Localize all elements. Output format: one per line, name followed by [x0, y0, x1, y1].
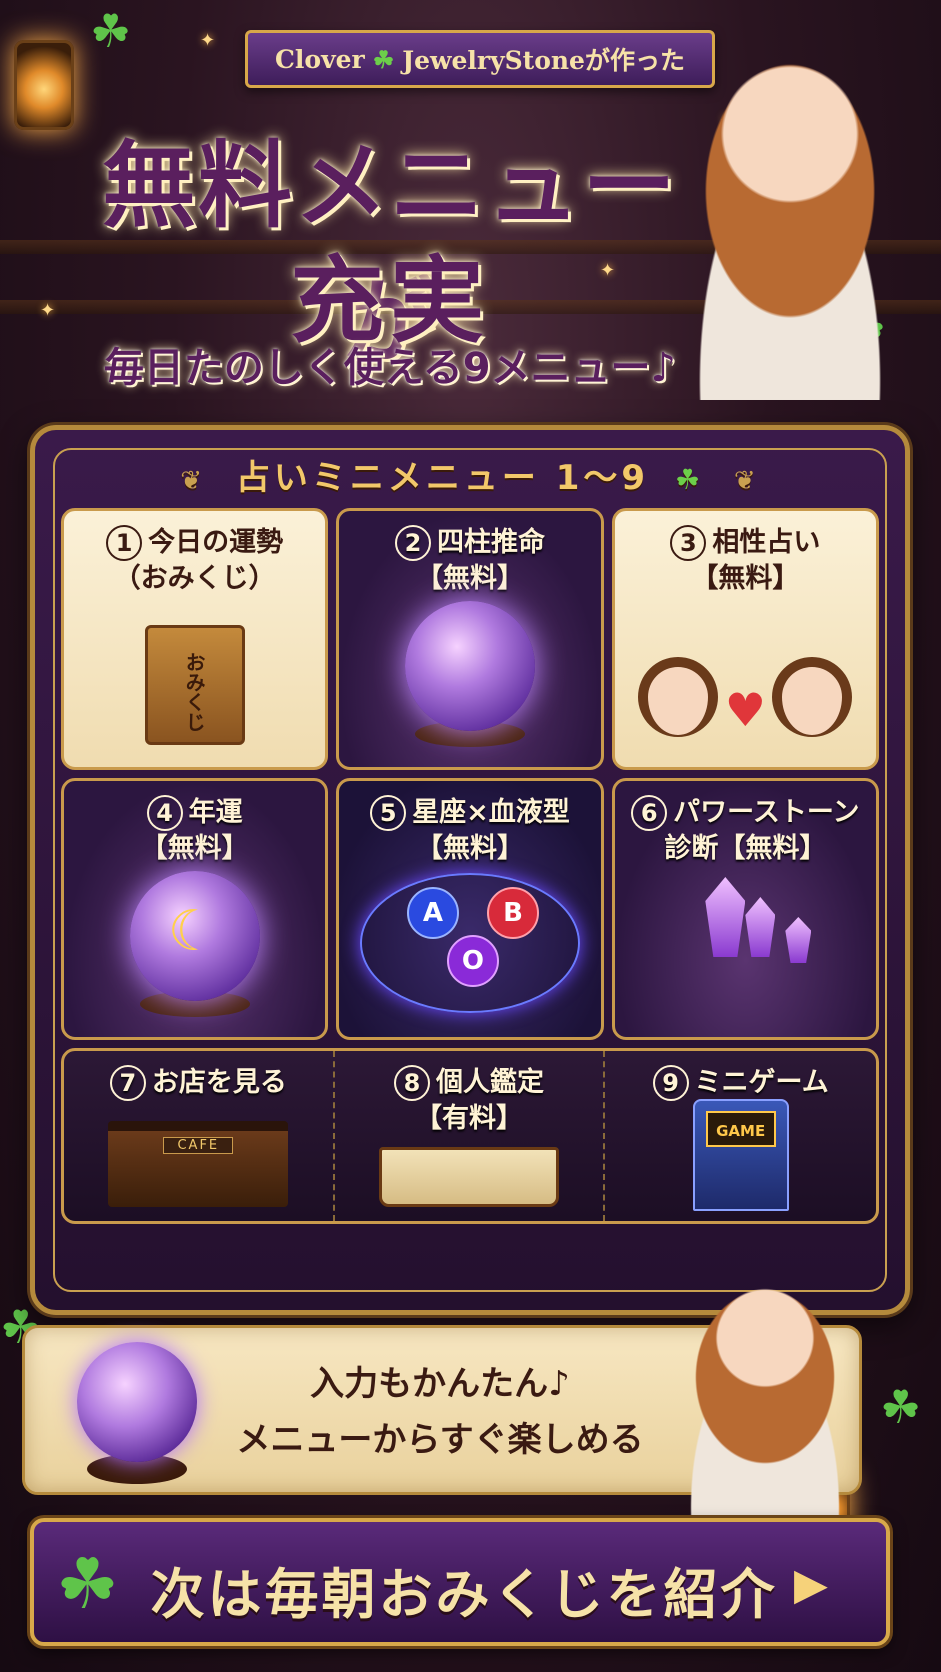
zodiac-ring-icon: A B O: [359, 873, 580, 1013]
host-character-illustration: [650, 20, 930, 400]
blood-type-o-badge: O: [446, 935, 499, 987]
menu-number-badge: 5: [370, 795, 407, 831]
menu-number-badge: 7: [109, 1065, 146, 1101]
arrow-right-icon[interactable]: ▶: [794, 1560, 828, 1610]
menu-item-title: 四柱推命: [436, 527, 545, 558]
menu-number-badge: 3: [670, 525, 707, 561]
menu-item-title: 相性占い: [712, 527, 821, 558]
header-ribbon: Clover ☘ JewelryStoneが作った: [245, 30, 715, 88]
next-topic-banner[interactable]: ☘ 次は毎朝おみくじを紹介 ▶: [30, 1518, 890, 1646]
menu-panel: ❦ 占いミニメニュー 1〜9 ☘ ❦ 1 今日の運勢 （おみくじ） おみくじ 2四…: [30, 425, 910, 1315]
clover-icon: ☘: [372, 44, 395, 74]
sparkle-icon: ✦: [40, 300, 56, 321]
moon-icon: ☾: [167, 899, 218, 964]
menu-item-title: 今日の運勢: [148, 527, 284, 558]
menu-item-label: 6 パワーストーン 診断【無料】: [615, 795, 876, 867]
menu-row-bottom: 7 お店を見る CAFE 8 個人鑑定 【有料】 9 ミニゲーム GAME: [61, 1048, 879, 1224]
crystal-icon: [705, 877, 746, 957]
page-subtitle: 毎日たのしく使える9メニュー♪: [103, 345, 677, 391]
omikuji-box-text: おみくじ: [182, 652, 207, 732]
boy-face: [638, 657, 719, 737]
next-topic-text: 次は毎朝おみくじを紹介: [150, 1563, 778, 1626]
menu-item-label: 2 四柱推命 【無料】: [339, 525, 600, 597]
panel-title: ❦ 占いミニメニュー 1〜9 ☘ ❦: [35, 450, 905, 499]
blood-type-b-badge: B: [486, 887, 539, 939]
menu-item-label: 9 ミニゲーム: [605, 1065, 876, 1101]
menu-item-omikuji[interactable]: 1 今日の運勢 （おみくじ） おみくじ: [61, 508, 329, 770]
couple-illustration: ♥: [635, 607, 855, 737]
arcade-machine-icon: GAME: [692, 1099, 789, 1211]
menu-number-badge: 8: [393, 1065, 430, 1101]
crystal-icon: [785, 917, 812, 963]
menu-item-minigame[interactable]: 9 ミニゲーム GAME: [605, 1051, 876, 1221]
menu-item-label: 3 相性占い 【無料】: [615, 525, 876, 597]
menu-item-label: 8 個人鑑定 【有料】: [335, 1065, 604, 1137]
clover-icon: ☘: [90, 4, 132, 58]
blood-type-a-badge: A: [406, 887, 459, 939]
crystal-ball-icon: ☾: [129, 871, 260, 1001]
host-character-pointing-illustration: [650, 1260, 880, 1520]
menu-item-title: ミニゲーム: [694, 1067, 829, 1098]
clover-icon: ☘: [56, 1543, 119, 1625]
scroll-line1: 入力もかんたん♪: [310, 1364, 570, 1404]
crystal-ball-icon: [77, 1342, 197, 1462]
clover-icon: ☘: [880, 1380, 922, 1434]
menu-item-shop[interactable]: 7 お店を見る CAFE: [64, 1051, 335, 1221]
cafe-shop-illustration: CAFE: [108, 1121, 289, 1207]
ribbon-prefix: Clover: [275, 44, 365, 74]
menu-item-shichusuimei[interactable]: 2 四柱推命 【無料】: [336, 508, 604, 770]
menu-item-subtitle: 診断【無料】: [664, 833, 827, 864]
crystals-illustration: [635, 877, 855, 1007]
menu-grid: 1 今日の運勢 （おみくじ） おみくじ 2 四柱推命 【無料】 3 相性占い 【無料】: [61, 508, 879, 1040]
menu-item-subtitle: 【有料】: [414, 1103, 523, 1134]
menu-number-badge: 4: [146, 795, 183, 831]
menu-item-subtitle: （おみくじ）: [113, 563, 276, 594]
menu-item-label: 7 お店を見る: [64, 1065, 333, 1101]
ornament-icon: ❦: [733, 466, 760, 496]
scroll-line2: メニューからすぐ楽しめる: [236, 1420, 644, 1460]
menu-item-subtitle: 【無料】: [691, 563, 800, 594]
menu-number-badge: 1: [106, 525, 143, 561]
heart-icon: ♥: [724, 683, 766, 737]
menu-item-subtitle: 【無料】: [140, 833, 249, 864]
menu-item-label: 1 今日の運勢 （おみくじ）: [64, 525, 325, 597]
menu-item-zodiac-bloodtype[interactable]: 5 星座×血液型 【無料】 A B O: [336, 778, 604, 1040]
menu-item-compatibility[interactable]: 3 相性占い 【無料】 ♥: [611, 508, 879, 770]
menu-item-title: 星座×血液型: [412, 797, 570, 828]
menu-item-personal-reading[interactable]: 8 個人鑑定 【有料】: [335, 1051, 606, 1221]
menu-item-powerstone[interactable]: 6 パワーストーン 診断【無料】: [611, 778, 879, 1040]
menu-item-title: 年運: [188, 797, 243, 828]
ribbon-suffix: JewelryStoneが作った: [402, 46, 685, 75]
clover-icon: ☘: [674, 463, 705, 496]
sparkle-icon: ✦: [200, 30, 216, 51]
menu-number-badge: 6: [631, 795, 668, 831]
menu-item-yearly-fortune[interactable]: 4 年運 【無料】 ☾: [61, 778, 329, 1040]
cafe-sign: CAFE: [163, 1137, 234, 1154]
open-book-illustration: [378, 1147, 559, 1207]
crystal-icon: [745, 897, 776, 957]
menu-item-label: 4 年運 【無料】: [64, 795, 325, 867]
menu-item-subtitle: 【無料】: [415, 563, 524, 594]
omikuji-box-illustration: おみくじ: [144, 625, 245, 745]
panel-title-text: 占いミニメニュー 1〜9: [235, 458, 650, 498]
lantern-icon: [14, 40, 74, 130]
menu-item-title: お店を見る: [151, 1067, 287, 1098]
menu-item-subtitle: 【無料】: [415, 833, 524, 864]
ornament-icon: ❦: [180, 466, 207, 496]
crystal-ball-icon: [404, 601, 535, 731]
menu-item-label: 5 星座×血液型 【無料】: [339, 795, 600, 867]
girl-face: [772, 657, 853, 737]
scroll-message: 入力もかんたん♪ メニューからすぐ楽しめる: [200, 1356, 680, 1468]
arcade-screen-text: GAME: [705, 1111, 776, 1147]
menu-item-title: パワーストーン: [673, 797, 860, 828]
menu-number-badge: 9: [652, 1065, 689, 1101]
menu-item-title: 個人鑑定: [435, 1067, 544, 1098]
menu-number-badge: 2: [394, 525, 431, 561]
